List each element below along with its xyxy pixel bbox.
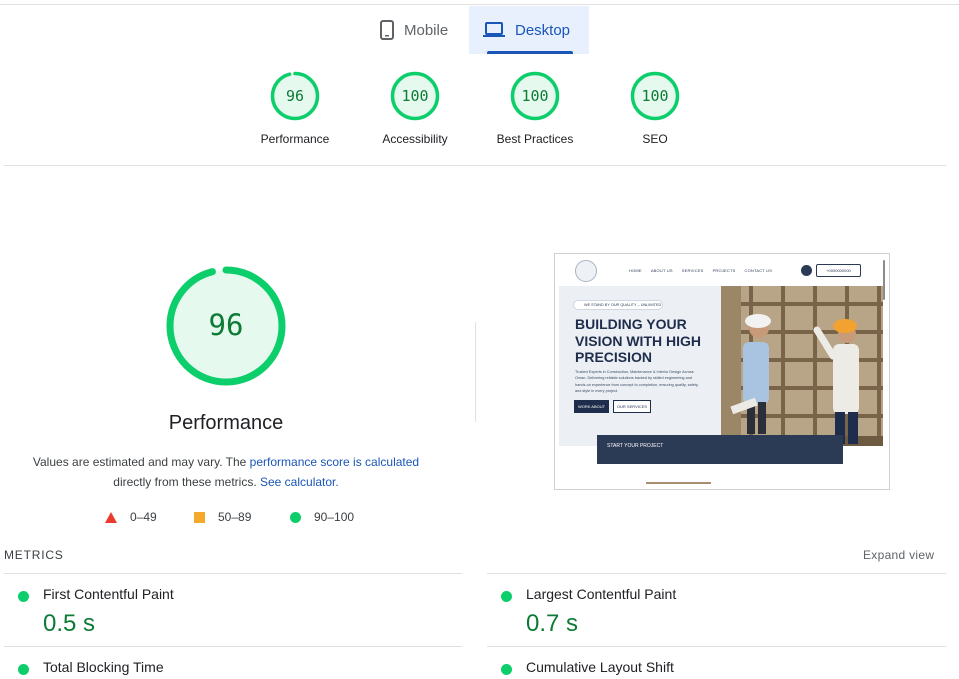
seo-gauge[interactable]: 100 [630,71,680,121]
main-performance-score: 96 [208,308,244,342]
metrics-divider [4,573,462,574]
best-practices-gauge[interactable]: 100 [510,71,560,121]
pass-circle-icon [18,664,29,675]
metric-fcp: First Contentful Paint 0.5 s [18,586,458,638]
tab-desktop-label: Desktop [515,21,571,39]
main-performance-title: Performance [168,412,284,434]
metric-name: First Contentful Paint [43,586,174,602]
triangle-icon [105,511,117,523]
preview-menu-item: PROJECTS [712,268,736,273]
metrics-heading: METRICS [4,548,64,562]
metric-name: Largest Contentful Paint [526,586,677,602]
preview-accent-bar [646,482,711,484]
tab-desktop[interactable]: Desktop [469,6,589,54]
preview-logo-icon [575,260,597,282]
pass-circle-icon [501,591,512,602]
tab-mobile-label: Mobile [404,21,449,39]
legend-average-range: 50–89 [218,510,252,524]
tab-mobile[interactable]: Mobile [366,6,468,54]
preview-cta-band: START YOUR PROJECT [597,435,843,464]
estimate-note: Values are estimated and may vary. The p… [20,452,432,492]
pass-circle-icon [501,664,512,675]
preview-menu-item: ABOUT US [650,268,673,273]
circle-icon [290,511,301,523]
preview-button-primary: WORK ABOUT [574,400,609,413]
metrics-divider [4,646,462,647]
legend-fail-range: 0–49 [130,510,157,524]
main-performance-gauge: 96 [166,266,286,386]
legend-pass-range: 90–100 [314,510,355,524]
metric-name: Cumulative Layout Shift [526,659,674,675]
preview-button-secondary: OUR SERVICES [613,400,651,413]
best-practices-label[interactable]: Best Practices [475,132,595,146]
metric-lcp: Largest Contentful Paint 0.7 s [501,586,941,638]
section-divider [4,165,946,166]
preview-tag: WE STAND BY OUR QUALITY – UNLIMITED [573,300,663,310]
preview-navbar: HOME ABOUT US SERVICES PROJECTS CONTACT … [555,254,889,286]
preview-headline: BUILDING YOUR VISION WITH HIGH PRECISION [575,316,701,365]
final-screenshot[interactable]: HOME ABOUT US SERVICES PROJECTS CONTACT … [554,253,890,490]
vertical-separator [475,322,476,422]
score-calculation-link[interactable]: performance score is calculated [250,455,419,469]
expand-view-button[interactable]: Expand view [863,548,934,562]
accessibility-score: 100 [401,87,429,105]
legend-fail: 0–49 [105,510,157,524]
performance-score: 96 [285,87,305,105]
legend-average: 50–89 [194,510,251,524]
metric-name: Total Blocking Time [43,659,164,675]
metric-value: 0.5 s [43,610,96,637]
performance-label[interactable]: Performance [235,132,355,146]
construction-workers-image [721,286,883,446]
metrics-divider [487,646,946,647]
preview-hero [559,286,723,446]
estimate-middle: directly from these metrics. [113,475,257,489]
pass-circle-icon [18,591,29,602]
legend-pass: 90–100 [290,510,354,524]
estimate-prefix: Values are estimated and may vary. The [32,455,250,469]
top-border [0,4,959,5]
accessibility-gauge[interactable]: 100 [390,71,440,121]
preview-paragraph: Trusted Experts in Construction, Mainten… [575,370,699,394]
preview-search-icon [801,265,812,276]
preview-menu-item: SERVICES [681,268,704,273]
metric-value: 0.7 s [526,610,579,637]
seo-score: 100 [641,87,669,105]
seo-label[interactable]: SEO [595,132,715,146]
see-calculator-link[interactable]: See calculator. [260,475,339,489]
mobile-icon [380,20,394,40]
metric-cls: Cumulative Layout Shift [501,659,941,679]
preview-menu-item: CONTACT US [744,268,773,273]
metrics-divider [487,573,946,574]
preview-scrollbar [883,260,885,300]
metric-tbt: Total Blocking Time [18,659,458,679]
laptop-icon [483,22,505,37]
preview-phone-button: +0000000000 [816,264,861,277]
accessibility-label[interactable]: Accessibility [355,132,475,146]
preview-menu-item: HOME [629,268,642,273]
performance-gauge[interactable]: 96 [270,71,320,121]
preview-construction-photo [721,286,883,446]
preview-menu: HOME ABOUT US SERVICES PROJECTS CONTACT … [629,268,772,273]
square-icon [194,511,205,523]
best-practices-score: 100 [521,87,549,105]
